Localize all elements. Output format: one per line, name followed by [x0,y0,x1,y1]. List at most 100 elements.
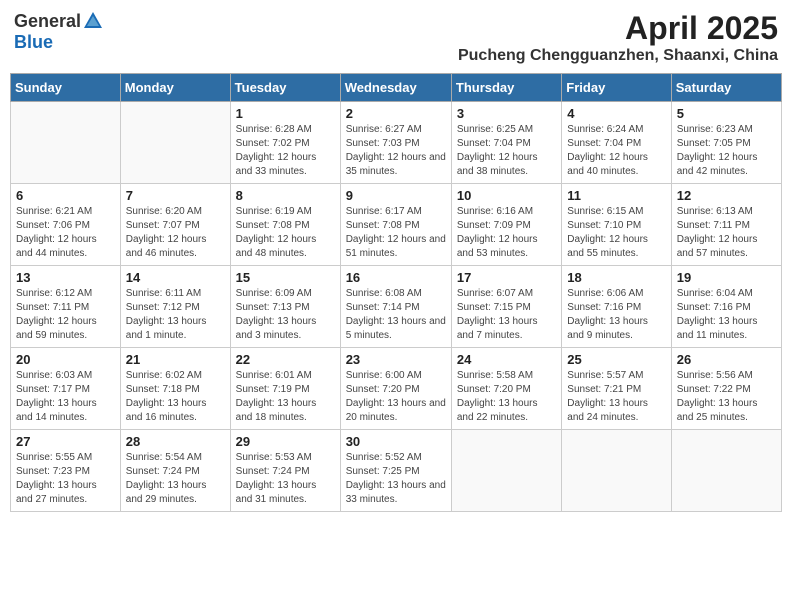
day-info: Sunrise: 5:53 AM Sunset: 7:24 PM Dayligh… [236,451,335,507]
calendar-cell: 26 Sunrise: 5:56 AM Sunset: 7:22 PM Dayli… [671,348,781,430]
calendar-cell [451,430,561,512]
day-info: Sunrise: 5:52 AM Sunset: 7:25 PM Dayligh… [346,451,446,507]
calendar-cell: 8 Sunrise: 6:19 AM Sunset: 7:08 PM Daylig… [230,184,340,266]
calendar-cell: 10 Sunrise: 6:16 AM Sunset: 7:09 PM Dayli… [451,184,561,266]
day-number: 9 [346,188,446,203]
calendar-cell: 11 Sunrise: 6:15 AM Sunset: 7:10 PM Dayli… [562,184,671,266]
calendar-table: SundayMondayTuesdayWednesdayThursdayFrid… [10,73,782,512]
day-number: 25 [567,352,665,367]
day-number: 8 [236,188,335,203]
day-number: 4 [567,106,665,121]
calendar-cell: 9 Sunrise: 6:17 AM Sunset: 7:08 PM Daylig… [340,184,451,266]
day-info: Sunrise: 5:54 AM Sunset: 7:24 PM Dayligh… [126,451,225,507]
day-number: 23 [346,352,446,367]
title-area: April 2025 Pucheng Chengguanzhen, Shaanx… [458,10,778,65]
day-number: 18 [567,270,665,285]
day-number: 1 [236,106,335,121]
calendar-cell: 15 Sunrise: 6:09 AM Sunset: 7:13 PM Dayli… [230,266,340,348]
calendar-header-row: SundayMondayTuesdayWednesdayThursdayFrid… [11,74,782,102]
logo-blue-text: Blue [14,32,53,53]
logo-general-text: General [14,11,81,32]
calendar-cell: 4 Sunrise: 6:24 AM Sunset: 7:04 PM Daylig… [562,102,671,184]
day-info: Sunrise: 6:28 AM Sunset: 7:02 PM Dayligh… [236,123,335,179]
day-info: Sunrise: 6:03 AM Sunset: 7:17 PM Dayligh… [16,369,115,425]
day-info: Sunrise: 6:02 AM Sunset: 7:18 PM Dayligh… [126,369,225,425]
calendar-cell: 13 Sunrise: 6:12 AM Sunset: 7:11 PM Dayli… [11,266,121,348]
day-info: Sunrise: 5:56 AM Sunset: 7:22 PM Dayligh… [677,369,776,425]
calendar-cell: 7 Sunrise: 6:20 AM Sunset: 7:07 PM Daylig… [120,184,230,266]
col-header-friday: Friday [562,74,671,102]
day-info: Sunrise: 6:07 AM Sunset: 7:15 PM Dayligh… [457,287,556,343]
day-number: 10 [457,188,556,203]
day-number: 20 [16,352,115,367]
calendar-cell: 24 Sunrise: 5:58 AM Sunset: 7:20 PM Dayli… [451,348,561,430]
day-number: 24 [457,352,556,367]
day-number: 2 [346,106,446,121]
day-info: Sunrise: 6:16 AM Sunset: 7:09 PM Dayligh… [457,205,556,261]
day-number: 15 [236,270,335,285]
day-info: Sunrise: 6:13 AM Sunset: 7:11 PM Dayligh… [677,205,776,261]
day-number: 29 [236,434,335,449]
day-info: Sunrise: 6:04 AM Sunset: 7:16 PM Dayligh… [677,287,776,343]
calendar-cell: 28 Sunrise: 5:54 AM Sunset: 7:24 PM Dayli… [120,430,230,512]
day-number: 3 [457,106,556,121]
calendar-cell: 14 Sunrise: 6:11 AM Sunset: 7:12 PM Dayli… [120,266,230,348]
day-info: Sunrise: 6:24 AM Sunset: 7:04 PM Dayligh… [567,123,665,179]
day-number: 11 [567,188,665,203]
day-info: Sunrise: 6:08 AM Sunset: 7:14 PM Dayligh… [346,287,446,343]
day-number: 13 [16,270,115,285]
calendar-cell: 23 Sunrise: 6:00 AM Sunset: 7:20 PM Dayli… [340,348,451,430]
calendar-cell: 2 Sunrise: 6:27 AM Sunset: 7:03 PM Daylig… [340,102,451,184]
day-number: 16 [346,270,446,285]
day-number: 7 [126,188,225,203]
col-header-sunday: Sunday [11,74,121,102]
calendar-cell: 20 Sunrise: 6:03 AM Sunset: 7:17 PM Dayli… [11,348,121,430]
calendar-cell [562,430,671,512]
col-header-tuesday: Tuesday [230,74,340,102]
day-number: 28 [126,434,225,449]
calendar-week-row: 6Sunrise: 6:21 AM Sunset: 7:06 PM Daylig… [11,184,782,266]
day-number: 27 [16,434,115,449]
day-number: 30 [346,434,446,449]
day-info: Sunrise: 6:27 AM Sunset: 7:03 PM Dayligh… [346,123,446,179]
day-info: Sunrise: 6:20 AM Sunset: 7:07 PM Dayligh… [126,205,225,261]
day-info: Sunrise: 5:57 AM Sunset: 7:21 PM Dayligh… [567,369,665,425]
day-info: Sunrise: 6:12 AM Sunset: 7:11 PM Dayligh… [16,287,115,343]
location-title: Pucheng Chengguanzhen, Shaanxi, China [458,47,778,65]
day-info: Sunrise: 6:23 AM Sunset: 7:05 PM Dayligh… [677,123,776,179]
col-header-saturday: Saturday [671,74,781,102]
day-info: Sunrise: 6:06 AM Sunset: 7:16 PM Dayligh… [567,287,665,343]
day-info: Sunrise: 5:55 AM Sunset: 7:23 PM Dayligh… [16,451,115,507]
day-info: Sunrise: 6:01 AM Sunset: 7:19 PM Dayligh… [236,369,335,425]
day-number: 22 [236,352,335,367]
calendar-cell: 12 Sunrise: 6:13 AM Sunset: 7:11 PM Dayli… [671,184,781,266]
calendar-cell [671,430,781,512]
calendar-cell: 3Sunrise: 6:25 AM Sunset: 7:04 PM Daylig… [451,102,561,184]
day-info: Sunrise: 6:19 AM Sunset: 7:08 PM Dayligh… [236,205,335,261]
day-info: Sunrise: 6:15 AM Sunset: 7:10 PM Dayligh… [567,205,665,261]
col-header-thursday: Thursday [451,74,561,102]
day-info: Sunrise: 6:21 AM Sunset: 7:06 PM Dayligh… [16,205,115,261]
day-number: 17 [457,270,556,285]
calendar-cell: 30 Sunrise: 5:52 AM Sunset: 7:25 PM Dayli… [340,430,451,512]
logo: General Blue [14,10,104,53]
day-info: Sunrise: 6:11 AM Sunset: 7:12 PM Dayligh… [126,287,225,343]
logo-icon [82,10,104,32]
day-info: Sunrise: 6:17 AM Sunset: 7:08 PM Dayligh… [346,205,446,261]
col-header-monday: Monday [120,74,230,102]
day-info: Sunrise: 6:00 AM Sunset: 7:20 PM Dayligh… [346,369,446,425]
calendar-cell: 21Sunrise: 6:02 AM Sunset: 7:18 PM Dayli… [120,348,230,430]
day-number: 12 [677,188,776,203]
calendar-cell: 16 Sunrise: 6:08 AM Sunset: 7:14 PM Dayli… [340,266,451,348]
calendar-cell: 25 Sunrise: 5:57 AM Sunset: 7:21 PM Dayli… [562,348,671,430]
calendar-cell: 22 Sunrise: 6:01 AM Sunset: 7:19 PM Dayli… [230,348,340,430]
calendar-week-row: 13 Sunrise: 6:12 AM Sunset: 7:11 PM Dayli… [11,266,782,348]
day-number: 26 [677,352,776,367]
day-info: Sunrise: 5:58 AM Sunset: 7:20 PM Dayligh… [457,369,556,425]
calendar-cell: 27 Sunrise: 5:55 AM Sunset: 7:23 PM Dayli… [11,430,121,512]
calendar-week-row: 20 Sunrise: 6:03 AM Sunset: 7:17 PM Dayli… [11,348,782,430]
day-info: Sunrise: 6:09 AM Sunset: 7:13 PM Dayligh… [236,287,335,343]
day-number: 14 [126,270,225,285]
col-header-wednesday: Wednesday [340,74,451,102]
calendar-cell: 17 Sunrise: 6:07 AM Sunset: 7:15 PM Dayli… [451,266,561,348]
